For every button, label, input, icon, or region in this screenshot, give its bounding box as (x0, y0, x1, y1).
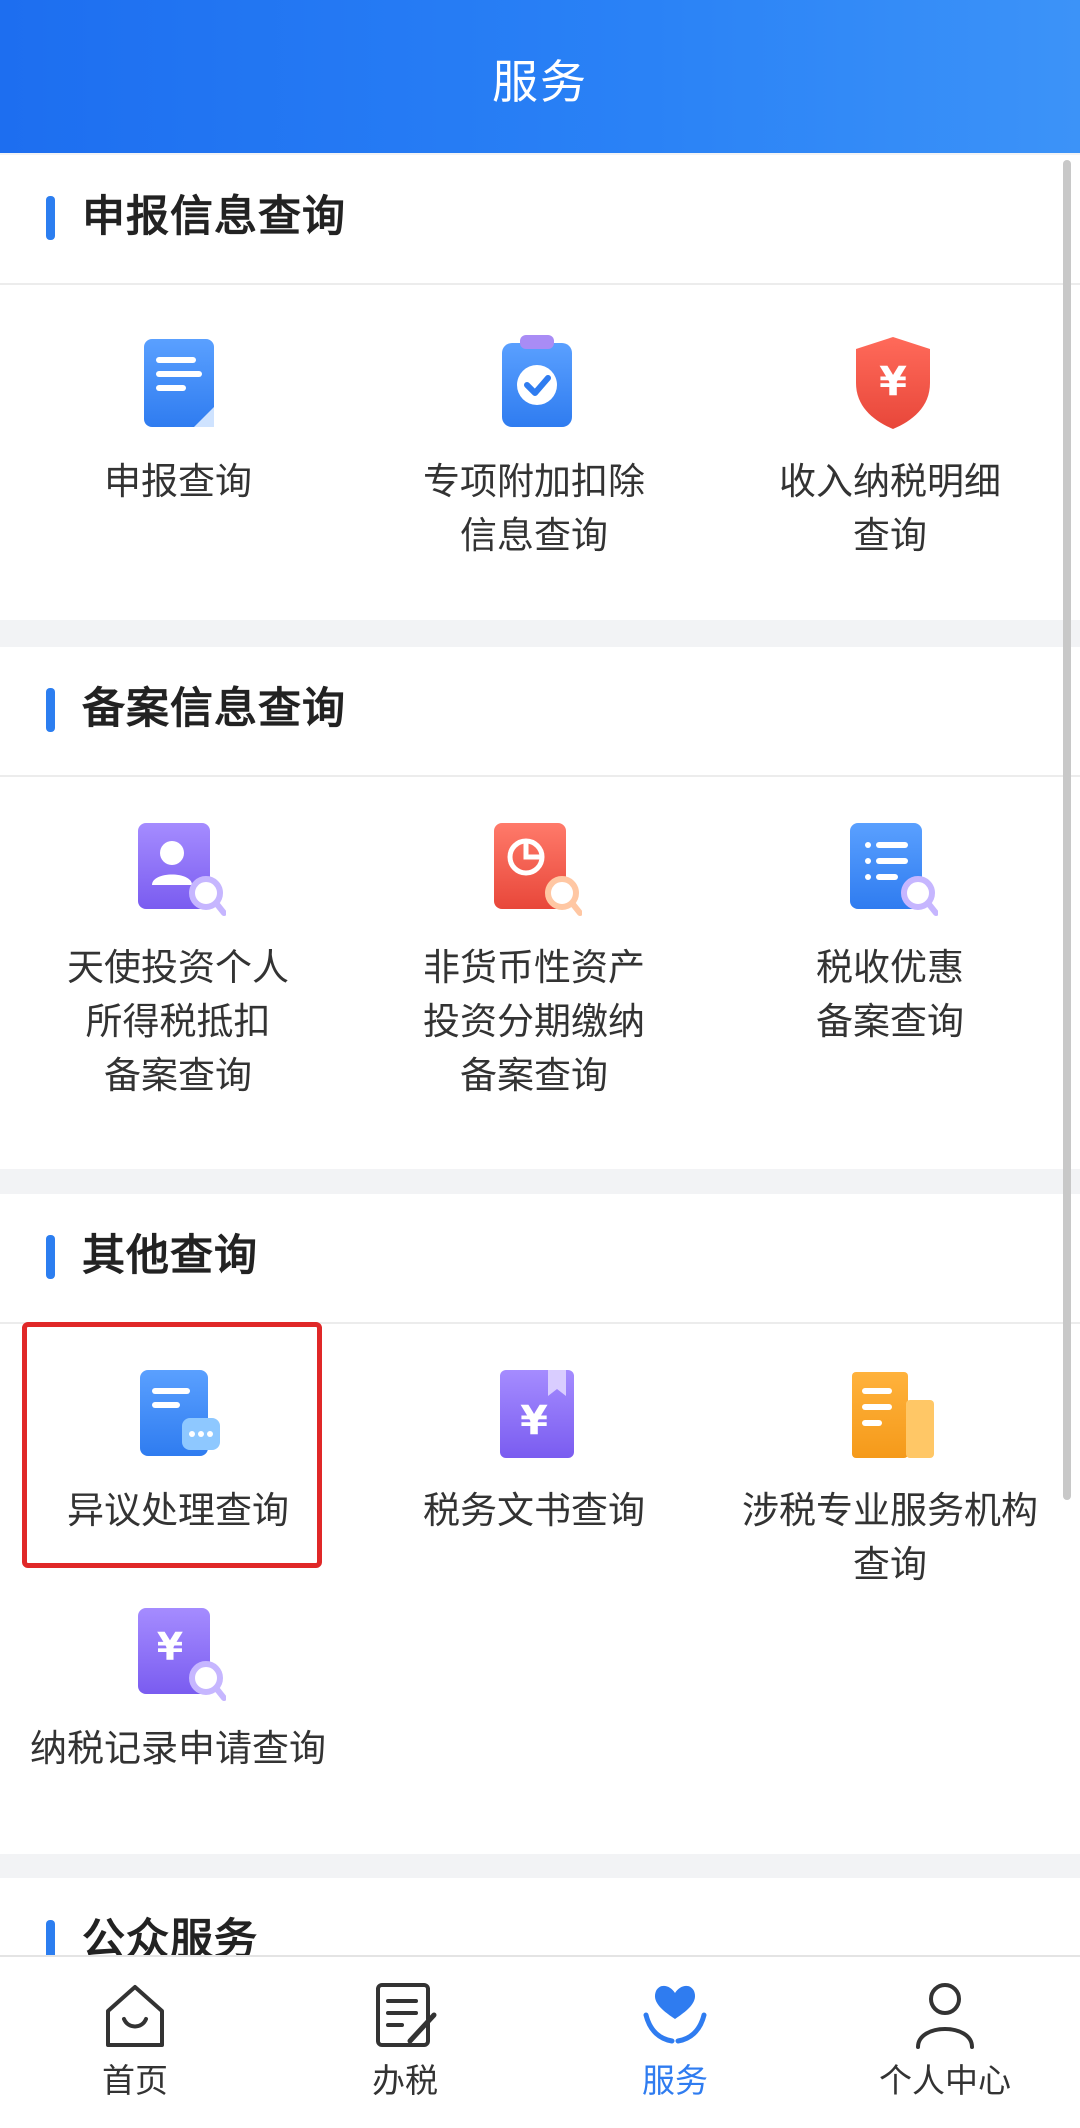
yuan-shield-icon: ¥ (856, 337, 930, 429)
tab-label: 服务 (642, 2061, 708, 2100)
tab-label: 个人中心 (879, 2061, 1011, 2100)
section-accent-bar (46, 1920, 55, 1956)
svg-text:¥: ¥ (879, 359, 907, 405)
section-declaration-query: 申报信息查询 申报查询 专项附加扣除 信息查询 ¥ 收入纳税明细 查询 (0, 155, 1080, 620)
section-accent-bar (46, 196, 55, 240)
list-search-icon (850, 823, 938, 916)
tab-service[interactable]: 服务 (540, 1957, 810, 2128)
section-public-service: 公众服务 (0, 1878, 1080, 1956)
tab-tax[interactable]: 办税 (270, 1957, 540, 2128)
grid-item-angel-investment-query[interactable]: 天使投资个人 所得税抵扣 备案查询 (0, 777, 356, 1167)
section-header: 备案信息查询 (0, 647, 1080, 777)
section-filing-query: 备案信息查询 天使投资个人 所得税抵扣 备案查询 非货币性资产 投资分期缴纳 备… (0, 647, 1080, 1169)
grid-item-tax-preference-query[interactable]: 税收优惠 备案查询 (712, 777, 1068, 1167)
grid-item-label: 纳税记录申请查询 (30, 1727, 326, 1770)
tab-personal-center[interactable]: 个人中心 (810, 1957, 1080, 2128)
section-accent-bar (46, 688, 55, 732)
section-header: 其他查询 (0, 1194, 1080, 1324)
section-title: 申报信息查询 (82, 192, 346, 242)
grid-item-label: 税收优惠 备案查询 (816, 946, 964, 1043)
grid-item-non-monetary-asset-query[interactable]: 非货币性资产 投资分期缴纳 备案查询 (356, 777, 712, 1167)
section-header: 申报信息查询 (0, 155, 1080, 285)
yuan-search-icon: ¥ (138, 1608, 226, 1701)
yuan-book-icon: ¥ (500, 1370, 574, 1458)
grid-item-income-tax-detail-query[interactable]: ¥ 收入纳税明细 查询 (712, 285, 1068, 615)
person-search-icon (138, 823, 226, 916)
edit-document-icon (376, 1983, 437, 2047)
highlight-box (22, 1322, 322, 1568)
home-icon (106, 1985, 164, 2047)
grid-item-special-deduction-query[interactable]: 专项附加扣除 信息查询 (356, 285, 712, 615)
grid-item-tax-document-query[interactable]: ¥ 税务文书查询 (356, 1324, 712, 1574)
chart-search-icon (494, 823, 582, 916)
heart-hands-icon (643, 1985, 707, 2044)
grid-item-declaration-query[interactable]: 申报查询 (0, 285, 356, 615)
grid-item-label: 涉税专业服务机构 查询 (742, 1489, 1038, 1586)
tab-label: 办税 (372, 2061, 438, 2100)
section-title: 备案信息查询 (82, 684, 346, 734)
grid-item-label: 专项附加扣除 信息查询 (423, 460, 645, 557)
page-title: 服务 (492, 55, 588, 109)
document-icon (144, 339, 214, 427)
user-icon (916, 1983, 974, 2049)
grid-item-label: 收入纳税明细 查询 (779, 460, 1001, 557)
grid-item-label: 天使投资个人 所得税抵扣 备案查询 (67, 946, 289, 1097)
bottom-tab-bar: 首页 办税 服务 个人中心 (0, 1955, 1080, 2128)
grid-item-tax-record-application-query[interactable]: ¥ 纳税记录申请查询 (0, 1574, 356, 1824)
tab-label: 首页 (102, 2061, 168, 2100)
svg-text:¥: ¥ (520, 1398, 548, 1444)
scrollbar[interactable] (1063, 160, 1071, 1500)
tab-home[interactable]: 首页 (0, 1957, 270, 2128)
grid-item-label: 申报查询 (104, 460, 252, 503)
grid-item-label: 税务文书查询 (423, 1489, 645, 1532)
section-title: 公众服务 (82, 1915, 258, 1956)
svg-text:¥: ¥ (157, 1625, 183, 1669)
building-icon (852, 1372, 934, 1458)
clipboard-check-icon (502, 335, 572, 427)
top-bar: 服务 (0, 0, 1080, 153)
grid-item-tax-service-agency-query[interactable]: 涉税专业服务机构 查询 (712, 1324, 1068, 1586)
grid-item-label: 非货币性资产 投资分期缴纳 备案查询 (423, 946, 645, 1097)
section-accent-bar (46, 1235, 55, 1279)
section-title: 其他查询 (82, 1231, 258, 1281)
